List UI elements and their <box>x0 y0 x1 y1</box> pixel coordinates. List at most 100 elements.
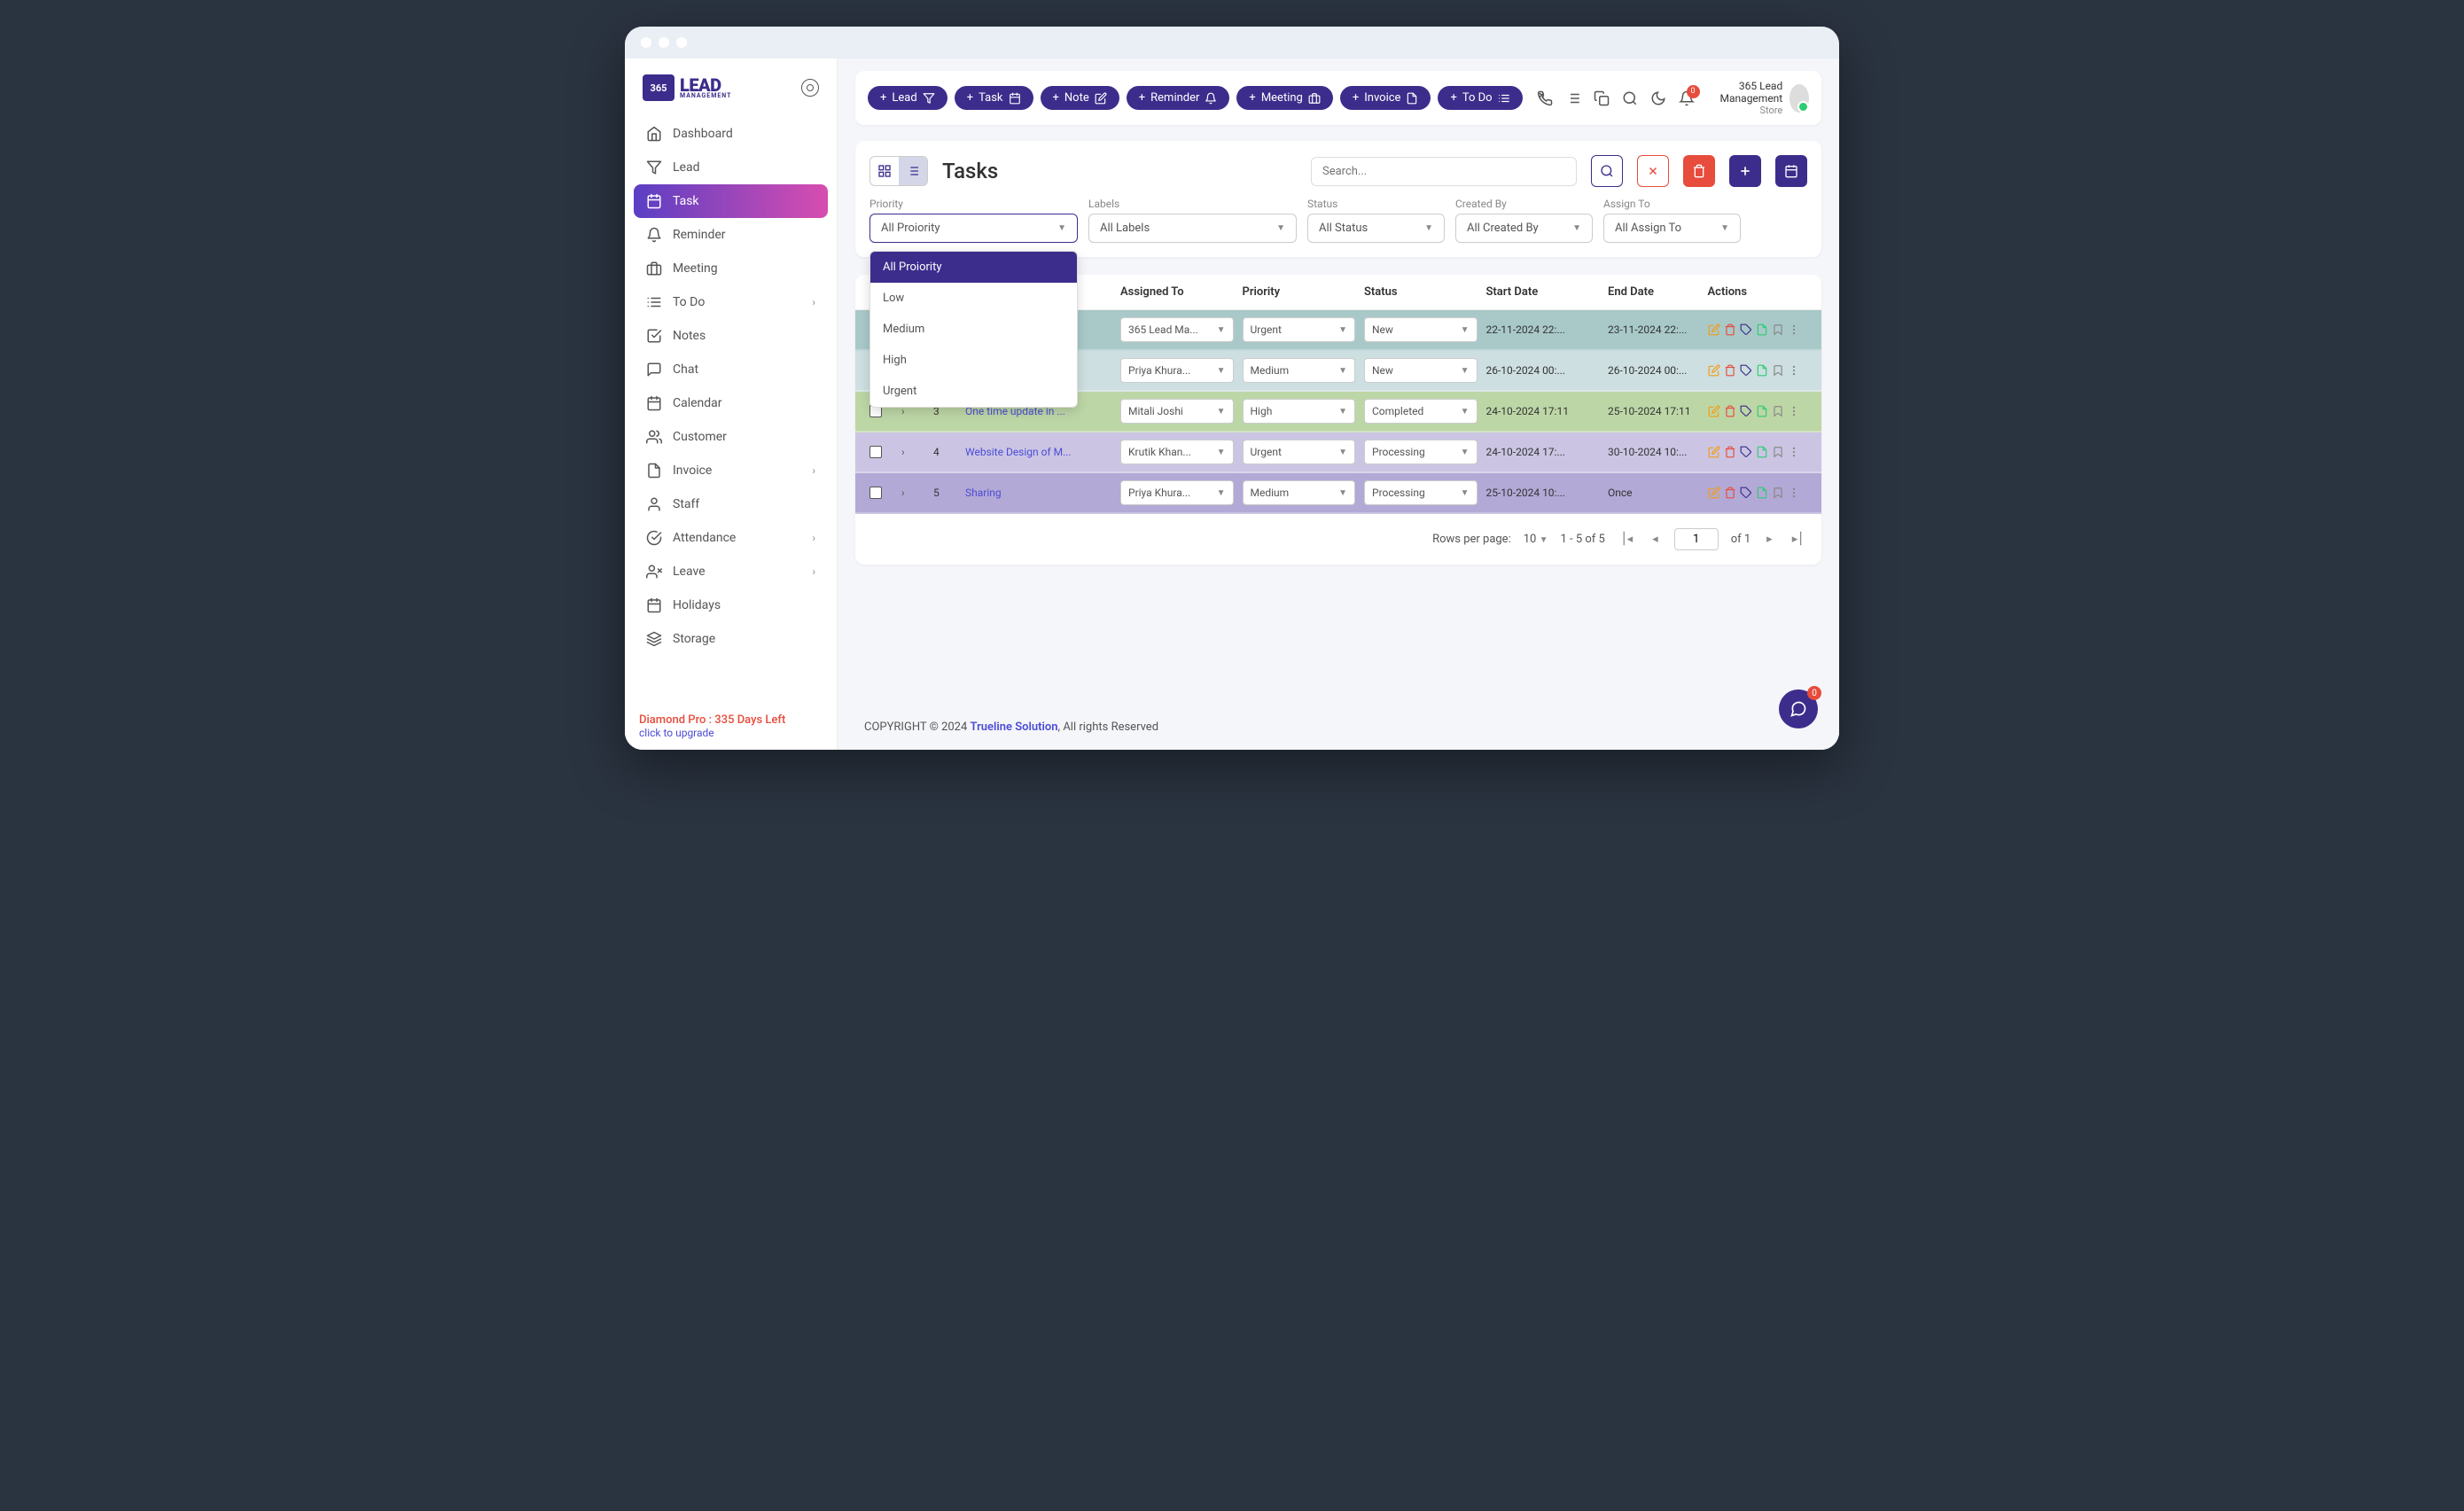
sidebar-item-holidays[interactable]: Holidays <box>634 588 828 622</box>
row-checkbox[interactable] <box>869 446 882 458</box>
more-icon[interactable] <box>1788 323 1800 336</box>
sidebar-item-customer[interactable]: Customer <box>634 420 828 454</box>
todo-icon[interactable] <box>1565 90 1581 106</box>
file-icon[interactable] <box>1756 487 1768 499</box>
priority-select[interactable]: High▼ <box>1243 399 1356 424</box>
user-block[interactable]: 365 Lead Management Store <box>1709 80 1809 116</box>
footer-link[interactable]: Trueline Solution <box>971 720 1058 734</box>
sidebar-item-task[interactable]: Task <box>634 184 828 218</box>
window-control-close[interactable] <box>641 37 651 48</box>
bookmark-icon[interactable] <box>1772 487 1784 499</box>
delete-icon[interactable] <box>1724 364 1736 377</box>
list-view-button[interactable] <box>899 157 927 185</box>
sidebar-item-lead[interactable]: Lead <box>634 151 828 184</box>
filter-assign-select[interactable]: All Assign To▼ <box>1603 214 1741 243</box>
edit-icon[interactable] <box>1708 487 1720 499</box>
more-icon[interactable] <box>1788 364 1800 377</box>
topbar-pill-note[interactable]: + Note <box>1041 86 1119 110</box>
sidebar-item-calendar[interactable]: Calendar <box>634 386 828 420</box>
assigned-select[interactable]: Priya Khura...▼ <box>1120 358 1234 383</box>
bookmark-icon[interactable] <box>1772 323 1784 336</box>
more-icon[interactable] <box>1788 405 1800 417</box>
status-select[interactable]: Processing▼ <box>1364 480 1478 505</box>
copy-icon[interactable] <box>1594 90 1610 106</box>
prev-page-button[interactable]: ◂ <box>1649 531 1662 548</box>
status-select[interactable]: Processing▼ <box>1364 440 1478 464</box>
sidebar-item-leave[interactable]: Leave › <box>634 555 828 588</box>
first-page-button[interactable]: ⎮◂ <box>1618 531 1636 548</box>
topbar-pill-invoice[interactable]: + Invoice <box>1340 86 1431 110</box>
bookmark-icon[interactable] <box>1772 364 1784 377</box>
status-select[interactable]: Completed▼ <box>1364 399 1478 424</box>
search-input[interactable] <box>1311 157 1577 186</box>
priority-option-urgent[interactable]: Urgent <box>870 376 1077 407</box>
status-select[interactable]: New▼ <box>1364 358 1478 383</box>
chat-fab[interactable]: 0 <box>1779 689 1818 728</box>
search-icon[interactable] <box>1622 90 1638 106</box>
tag-icon[interactable] <box>1740 446 1752 458</box>
search-button[interactable] <box>1591 155 1623 187</box>
sidebar-item-storage[interactable]: Storage <box>634 622 828 656</box>
topbar-pill-to-do[interactable]: + To Do <box>1438 86 1522 110</box>
priority-select[interactable]: Medium▼ <box>1243 358 1356 383</box>
status-select[interactable]: New▼ <box>1364 317 1478 342</box>
topbar-pill-reminder[interactable]: + Reminder <box>1127 86 1230 110</box>
window-control-maximize[interactable] <box>676 37 687 48</box>
phone-missed-icon[interactable] <box>1537 90 1553 106</box>
task-title-link[interactable]: Sharing <box>965 487 1120 499</box>
priority-select[interactable]: Urgent▼ <box>1243 440 1356 464</box>
tag-icon[interactable] <box>1740 487 1752 499</box>
more-icon[interactable] <box>1788 446 1800 458</box>
priority-option-high[interactable]: High <box>870 345 1077 376</box>
file-icon[interactable] <box>1756 323 1768 336</box>
add-button[interactable] <box>1729 155 1761 187</box>
edit-icon[interactable] <box>1708 446 1720 458</box>
bookmark-icon[interactable] <box>1772 405 1784 417</box>
edit-icon[interactable] <box>1708 323 1720 336</box>
record-icon[interactable] <box>801 79 819 97</box>
sidebar-item-chat[interactable]: Chat <box>634 353 828 386</box>
delete-icon[interactable] <box>1724 446 1736 458</box>
file-icon[interactable] <box>1756 446 1768 458</box>
assigned-select[interactable]: Mitali Joshi▼ <box>1120 399 1234 424</box>
calendar-button[interactable] <box>1775 155 1807 187</box>
delete-icon[interactable] <box>1724 487 1736 499</box>
assigned-select[interactable]: 365 Lead Ma...▼ <box>1120 317 1234 342</box>
assigned-select[interactable]: Priya Khura...▼ <box>1120 480 1234 505</box>
file-icon[interactable] <box>1756 405 1768 417</box>
priority-option-all-proiority[interactable]: All Proiority <box>870 252 1077 283</box>
filter-labels-select[interactable]: All Labels▼ <box>1088 214 1297 243</box>
tag-icon[interactable] <box>1740 323 1752 336</box>
more-icon[interactable] <box>1788 487 1800 499</box>
edit-icon[interactable] <box>1708 405 1720 417</box>
last-page-button[interactable]: ▸⎮ <box>1789 531 1807 548</box>
sidebar-item-invoice[interactable]: Invoice › <box>634 454 828 487</box>
edit-icon[interactable] <box>1708 364 1720 377</box>
priority-option-medium[interactable]: Medium <box>870 314 1077 345</box>
assigned-select[interactable]: Krutik Khan...▼ <box>1120 440 1234 464</box>
topbar-pill-task[interactable]: + Task <box>955 86 1033 110</box>
delete-icon[interactable] <box>1724 323 1736 336</box>
expand-row-button[interactable]: › <box>901 487 933 499</box>
grid-view-button[interactable] <box>870 157 899 185</box>
sidebar-item-attendance[interactable]: Attendance › <box>634 521 828 555</box>
next-page-button[interactable]: ▸ <box>1763 531 1776 548</box>
page-input[interactable] <box>1674 528 1719 550</box>
tag-icon[interactable] <box>1740 405 1752 417</box>
sidebar-item-notes[interactable]: Notes <box>634 319 828 353</box>
rows-per-page-select[interactable]: 10 ▼ <box>1524 533 1548 546</box>
delete-button[interactable] <box>1683 155 1715 187</box>
filter-priority-select[interactable]: All Proiority▼ <box>869 214 1078 243</box>
filter-created-select[interactable]: All Created By▼ <box>1455 214 1593 243</box>
bookmark-icon[interactable] <box>1772 446 1784 458</box>
priority-select[interactable]: Medium▼ <box>1243 480 1356 505</box>
bell-icon[interactable]: 0 <box>1679 90 1695 106</box>
sidebar-item-reminder[interactable]: Reminder <box>634 218 828 252</box>
sidebar-item-meeting[interactable]: Meeting <box>634 252 828 285</box>
clear-button[interactable] <box>1637 155 1669 187</box>
expand-row-button[interactable]: › <box>901 446 933 458</box>
file-icon[interactable] <box>1756 364 1768 377</box>
window-control-minimize[interactable] <box>659 37 669 48</box>
task-title-link[interactable]: Website Design of M... <box>965 446 1120 458</box>
priority-option-low[interactable]: Low <box>870 283 1077 314</box>
